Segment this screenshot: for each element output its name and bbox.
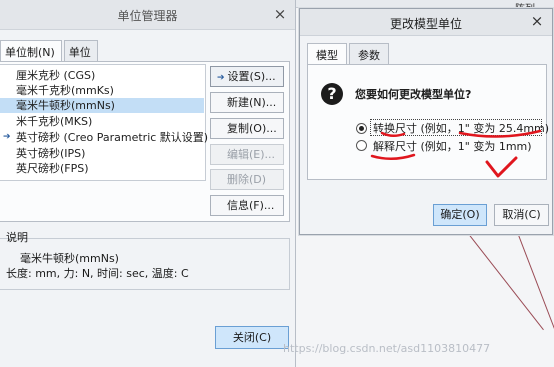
red-annotation-marks (370, 129, 542, 178)
watermark-text: https://blog.csdn.net/asd1103810477 (283, 342, 491, 355)
